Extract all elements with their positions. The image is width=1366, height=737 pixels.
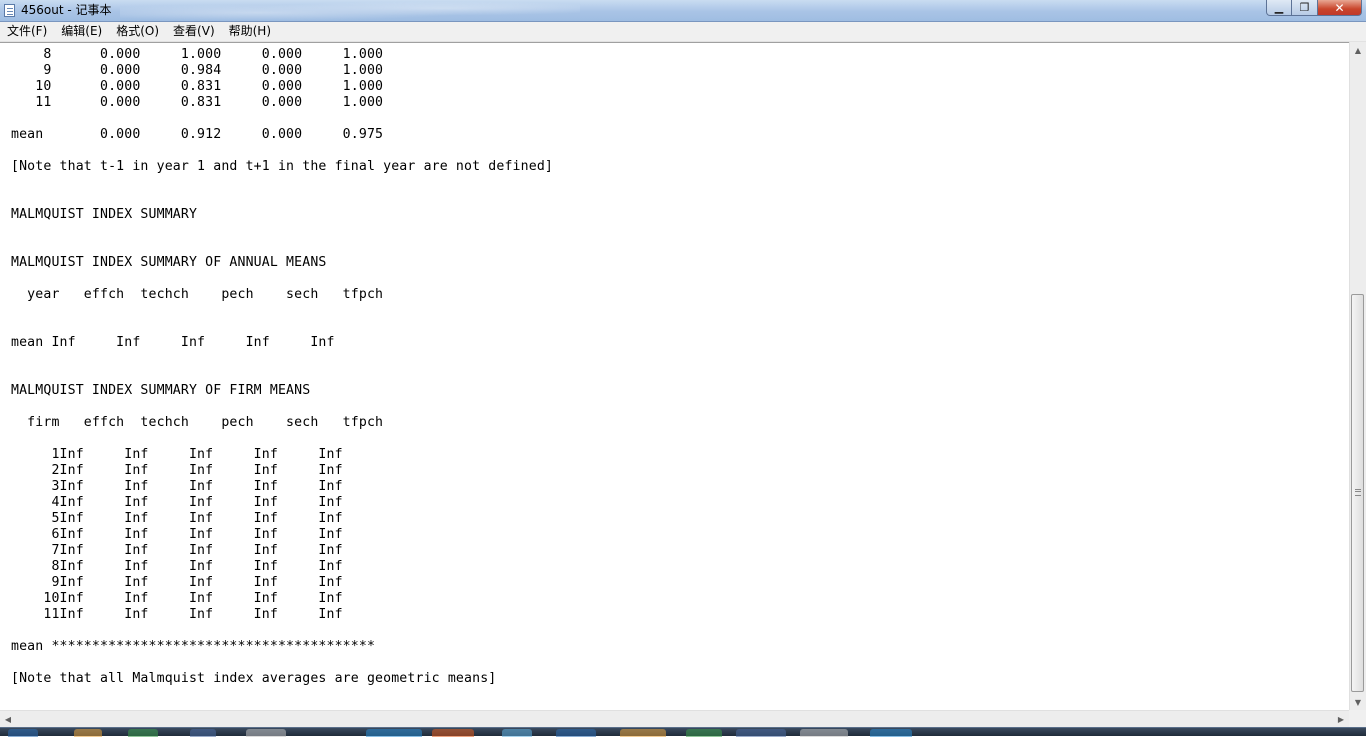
text-line — [11, 399, 553, 415]
taskbar — [0, 727, 1366, 737]
grip-icon — [1355, 489, 1361, 496]
menu-file[interactable]: 文件(F) — [0, 22, 54, 41]
menu-help[interactable]: 帮助(H) — [222, 22, 278, 41]
vertical-scroll-thumb[interactable] — [1351, 294, 1364, 692]
text-line: 4Inf Inf Inf Inf Inf — [11, 495, 343, 510]
text-line — [11, 271, 553, 287]
text-line — [11, 191, 553, 207]
text-line: 8 0.000 1.000 0.000 1.000 — [11, 47, 384, 62]
window-controls: ▁ ❐ ✕ — [1266, 0, 1362, 17]
text-line: 1Inf Inf Inf Inf Inf — [11, 447, 343, 462]
text-line: 2Inf Inf Inf Inf Inf — [11, 463, 343, 478]
text-line — [11, 223, 553, 239]
scroll-down-arrow-icon[interactable]: ▼ — [1350, 694, 1366, 710]
text-line: year effch techch pech sech tfpch — [11, 287, 384, 302]
text-line: 7Inf Inf Inf Inf Inf — [11, 543, 343, 558]
scroll-up-arrow-icon[interactable]: ▲ — [1350, 42, 1366, 58]
text-line: MALMQUIST INDEX SUMMARY — [11, 207, 198, 222]
text-line: 9 0.000 0.984 0.000 1.000 — [11, 63, 384, 78]
text-line: mean Inf Inf Inf Inf Inf — [11, 335, 335, 350]
text-line: MALMQUIST INDEX SUMMARY OF ANNUAL MEANS — [11, 255, 327, 270]
window-title: 456out - 记事本 — [21, 3, 112, 17]
text-line: 5Inf Inf Inf Inf Inf — [11, 511, 343, 526]
menu-format[interactable]: 格式(O) — [109, 22, 166, 41]
text-line — [11, 367, 553, 383]
notepad-icon[interactable] — [4, 4, 15, 17]
text-line: [Note that all Malmquist index averages … — [11, 671, 497, 686]
document-text[interactable]: 8 0.000 1.000 0.000 1.000 9 0.000 0.984 … — [11, 47, 553, 687]
text-line — [11, 351, 553, 367]
close-button[interactable]: ✕ — [1318, 0, 1362, 16]
text-line: 6Inf Inf Inf Inf Inf — [11, 527, 343, 542]
text-line: 10Inf Inf Inf Inf Inf — [11, 591, 343, 606]
text-line — [11, 175, 553, 191]
horizontal-scrollbar[interactable]: ◀ ▶ — [0, 710, 1349, 727]
text-line: [Note that t-1 in year 1 and t+1 in the … — [11, 159, 553, 174]
text-line — [11, 431, 553, 447]
text-line: mean 0.000 0.912 0.000 0.975 — [11, 127, 384, 142]
text-line: firm effch techch pech sech tfpch — [11, 415, 384, 430]
text-line: 3Inf Inf Inf Inf Inf — [11, 479, 343, 494]
vertical-scrollbar[interactable]: ▲ ▼ — [1349, 42, 1366, 710]
text-line — [11, 111, 553, 127]
text-line — [11, 319, 553, 335]
menu-bar: 文件(F) 编辑(E) 格式(O) 查看(V) 帮助(H) — [0, 22, 1366, 42]
text-line: 11Inf Inf Inf Inf Inf — [11, 607, 343, 622]
menu-edit[interactable]: 编辑(E) — [54, 22, 109, 41]
title-bar-decoration — [120, 0, 580, 21]
menu-view[interactable]: 查看(V) — [166, 22, 222, 41]
text-line: 9Inf Inf Inf Inf Inf — [11, 575, 343, 590]
maximize-button[interactable]: ❐ — [1292, 0, 1318, 16]
scrollbar-corner — [1349, 710, 1366, 727]
text-line: mean ***********************************… — [11, 639, 376, 654]
minimize-button[interactable]: ▁ — [1266, 0, 1292, 16]
text-line — [11, 303, 553, 319]
text-line: MALMQUIST INDEX SUMMARY OF FIRM MEANS — [11, 383, 311, 398]
text-line — [11, 623, 553, 639]
text-line: 8Inf Inf Inf Inf Inf — [11, 559, 343, 574]
text-line: 10 0.000 0.831 0.000 1.000 — [11, 79, 384, 94]
title-bar[interactable]: 456out - 记事本 ▁ ❐ ✕ — [0, 0, 1366, 22]
text-line: 11 0.000 0.831 0.000 1.000 — [11, 95, 384, 110]
text-line — [11, 143, 553, 159]
scroll-right-arrow-icon[interactable]: ▶ — [1333, 711, 1349, 727]
text-line — [11, 239, 553, 255]
text-line — [11, 655, 553, 671]
scroll-left-arrow-icon[interactable]: ◀ — [0, 711, 16, 727]
text-editor[interactable]: 8 0.000 1.000 0.000 1.000 9 0.000 0.984 … — [0, 42, 1349, 710]
